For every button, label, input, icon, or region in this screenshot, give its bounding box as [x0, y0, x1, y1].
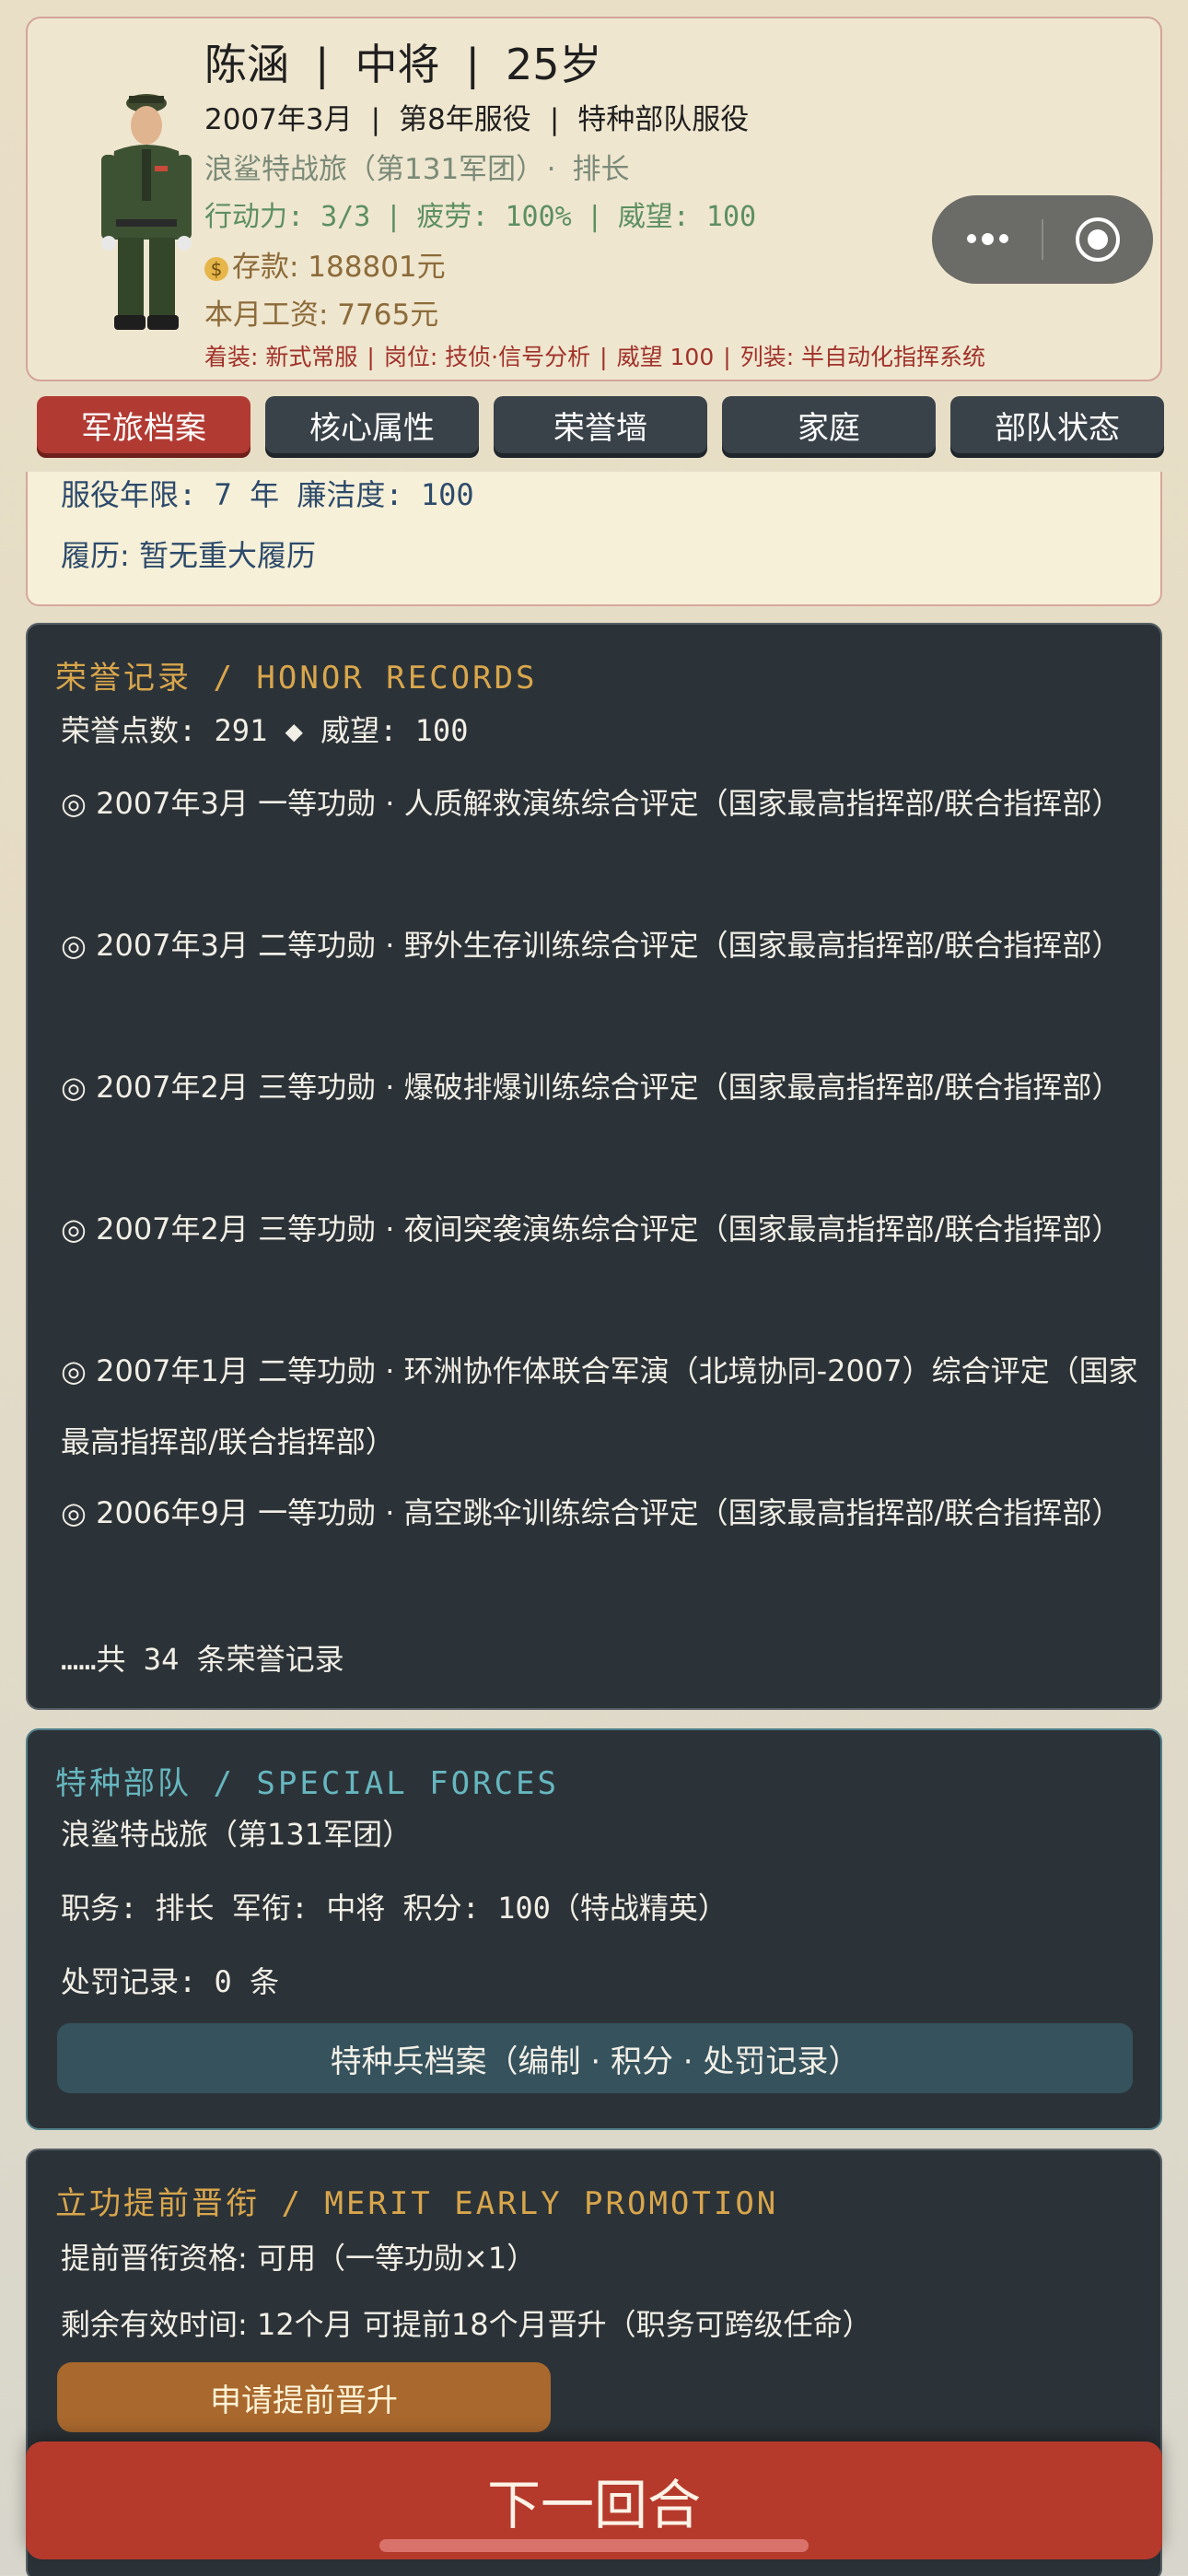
equip-prestige: 威望 100 [616, 344, 715, 370]
separator: | [723, 344, 731, 370]
separator: | [367, 344, 375, 370]
honor-record-item: ◎ 2007年2月 三等功勋 · 爆破排爆训练综合评定（国家最高指挥部/联合指挥… [61, 1070, 1122, 1105]
honor-record-item: ◎ 2007年2月 三等功勋 · 夜间突袭演练综合评定（国家最高指挥部/联合指挥… [61, 1212, 1122, 1247]
action-points: 行动力: 3/3 [204, 201, 371, 233]
salary-amount: 本月工资: 7765元 [204, 299, 439, 332]
service-type: 特种部队服役 [577, 103, 750, 136]
more-dots-icon [966, 232, 1008, 245]
resume: 履历: 暂无重大履历 [61, 538, 316, 573]
honor-title: 荣誉记录 / HONOR RECORDS [55, 660, 538, 697]
separator: | [600, 344, 608, 370]
mini-program-capsule [932, 195, 1153, 284]
post: 岗位: 技侦·信号分析 [383, 344, 591, 370]
equipment-list: 列装: 半自动化指挥系统 [740, 344, 986, 370]
separator-dot: · [546, 153, 556, 186]
tab-military-profile[interactable]: 军旅档案 [37, 396, 250, 453]
stats-line: 行动力: 3/3 | 疲劳: 100% | 威望: 100 [204, 193, 756, 234]
forces-unit: 浪鲨特战旅（第131军团） [61, 1817, 413, 1852]
special-forces-card: 特种部队 / SPECIAL FORCES 浪鲨特战旅（第131军团） 职务: … [26, 1728, 1162, 2130]
forces-title: 特种部队 / SPECIAL FORCES [55, 1765, 559, 1802]
forces-duty: 职务: 排长 军衔: 中将 积分: 100（特战精英） [61, 1891, 728, 1926]
honor-record-item: ◎ 2006年9月 一等功勋 · 高空跳伞训练综合评定（国家最高指挥部/联合指挥… [61, 1495, 1122, 1530]
home-indicator[interactable] [379, 2539, 809, 2552]
soldier-avatar [101, 94, 192, 330]
savings-amount: 存款: 188801元 [232, 251, 446, 284]
fatigue: 疲劳: 100% [416, 201, 572, 233]
unit-info: 浪鲨特战旅（第131军团） · 排长 [204, 146, 630, 187]
player-rank: 中将 [355, 40, 440, 89]
profile-card: 服役年限: 7 年 廉洁度: 100 履历: 暂无重大履历 [26, 472, 1162, 606]
service-years: 服役年限: 7 年 廉洁度: 100 [61, 477, 474, 512]
tab-unit-status[interactable]: 部队状态 [950, 396, 1164, 453]
player-age: 25岁 [506, 40, 602, 89]
separator: | [586, 201, 603, 233]
special-forces-records-button[interactable]: 特种兵档案（编制 · 积分 · 处罚记录） [57, 2023, 1133, 2093]
salary-line: 本月工资: 7765元 [204, 291, 438, 333]
close-miniprogram-button[interactable] [1042, 195, 1153, 284]
tab-core-attributes[interactable]: 核心属性 [265, 396, 479, 453]
separator: | [370, 103, 381, 136]
more-button[interactable] [932, 195, 1042, 284]
separator: | [465, 40, 481, 89]
forces-penalty: 处罚记录: 0 条 [61, 1964, 280, 1999]
honor-record-item: ◎ 2007年1月 二等功勋 · 环洲协作体联合军演（北境协同-2007）综合评… [61, 1353, 1138, 1459]
money-bag-icon: $ [204, 256, 228, 281]
separator: | [549, 103, 560, 136]
separator: | [315, 40, 330, 89]
tab-honor-wall[interactable]: 荣誉墙 [494, 396, 707, 453]
position-name: 排长 [572, 153, 630, 186]
name-rank-age: 陈涵 | 中将 | 25岁 [204, 31, 602, 92]
honor-records-card: 荣誉记录 / HONOR RECORDS 荣誉点数: 291 ◆ 威望: 100… [26, 623, 1162, 1710]
equipment-line: 着装: 新式常服 | 岗位: 技侦·信号分析 | 威望 100 | 列装: 半自动化指挥系统 [204, 339, 985, 372]
service-year: 第8年服役 [399, 103, 531, 136]
honor-record-item: ◎ 2007年3月 一等功勋 · 人质解救演练综合评定（国家最高指挥部/联合指挥… [61, 786, 1122, 821]
merit-title: 立功提前晋衔 / MERIT EARLY PROMOTION [55, 2185, 779, 2222]
player-name: 陈涵 [204, 40, 289, 89]
honor-more-count: ……共 34 条荣誉记录 [61, 1642, 344, 1677]
honor-record-item: ◎ 2007年3月 二等功勋 · 野外生存训练综合评定（国家最高指挥部/联合指挥… [61, 928, 1122, 963]
merit-eligibility: 提前晋衔资格: 可用（一等功勋×1） [61, 2241, 537, 2276]
current-date: 2007年3月 [204, 103, 353, 136]
tab-family[interactable]: 家庭 [722, 396, 936, 453]
apply-early-promotion-button[interactable]: 申请提前晋升 [57, 2362, 551, 2432]
merit-remaining: 剩余有效时间: 12个月 可提前18个月晋升（职务可跨级任命） [61, 2307, 872, 2342]
prestige: 威望: 100 [617, 201, 757, 233]
savings-line: $ 存款: 188801元 [204, 243, 446, 285]
service-info: 2007年3月 | 第8年服役 | 特种部队服役 [204, 96, 749, 137]
target-circle-icon [1076, 217, 1120, 262]
capsule-divider [1042, 219, 1043, 260]
unit-name: 浪鲨特战旅（第131军团） [204, 153, 530, 186]
honor-summary: 荣誉点数: 291 ◆ 威望: 100 [61, 713, 469, 748]
separator: | [385, 201, 402, 233]
uniform: 着装: 新式常服 [204, 344, 358, 370]
